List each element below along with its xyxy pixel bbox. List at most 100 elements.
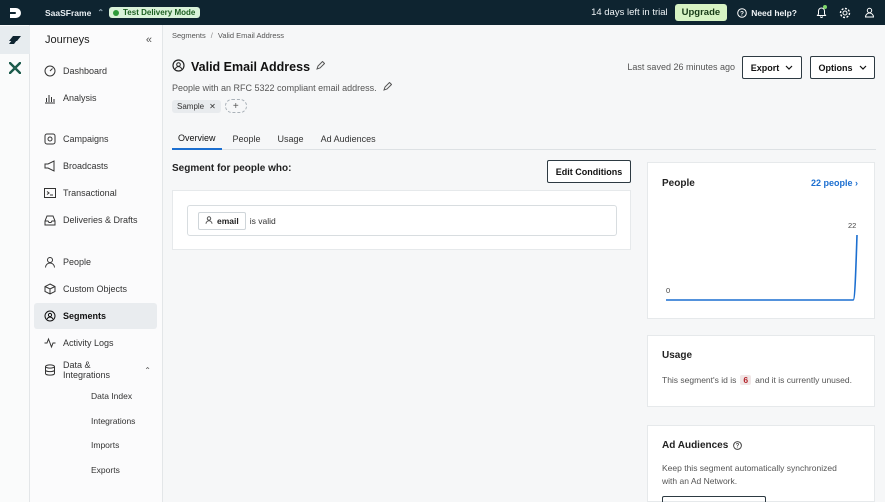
person-icon — [205, 215, 213, 226]
help-label: Need help? — [751, 7, 797, 18]
sidebar-item-activity-logs[interactable]: Activity Logs — [34, 330, 157, 356]
remove-tag-icon[interactable]: ✕ — [209, 102, 216, 111]
notifications-bell-icon[interactable] — [809, 0, 833, 25]
usage-panel: Usage This segment's id is 6 and it is c… — [647, 335, 875, 407]
last-saved-text: Last saved 26 minutes ago — [627, 62, 735, 72]
add-tag-button[interactable]: + — [224, 99, 247, 113]
chevron-down-icon — [785, 63, 793, 73]
test-mode-label: Test Delivery Mode — [123, 8, 196, 17]
sidebar-title: Journeys — [45, 34, 90, 46]
breadcrumb: Segments / Valid Email Address — [172, 31, 285, 40]
usage-text-after: and it is currently unused. — [755, 375, 852, 385]
sidebar-item-label: Campaigns — [63, 134, 109, 144]
chart-start-label: 0 — [666, 286, 670, 295]
sidebar-item-label: Transactional — [63, 188, 117, 198]
workspace-switcher[interactable]: SaaSFrame ⌃ — [45, 8, 104, 18]
workspace-name: SaaSFrame — [45, 7, 92, 18]
sidebar-item-label: Activity Logs — [63, 338, 114, 348]
sidebar-item-transactional[interactable]: Transactional — [34, 180, 157, 206]
breadcrumb-segments-link[interactable]: Segments — [172, 31, 206, 40]
sidebar-item-analysis[interactable]: Analysis — [34, 85, 157, 111]
sidebar-subitem-integrations[interactable]: Integrations — [91, 416, 135, 426]
attribute-pill: email — [198, 211, 246, 230]
export-label: Export — [750, 62, 780, 73]
edit-description-pencil-icon[interactable] — [382, 81, 392, 93]
sidebar-item-label: Analysis — [63, 93, 97, 103]
sidebar-item-label: Dashboard — [63, 66, 108, 76]
top-bar: SaaSFrame ⌃ Test Delivery Mode 14 days l… — [0, 0, 885, 25]
tab-people[interactable]: People — [227, 128, 267, 150]
usage-panel-title: Usage — [662, 350, 693, 361]
people-panel: People 22 people › 0 22 — [647, 162, 875, 319]
options-button[interactable]: Options — [810, 56, 875, 79]
upgrade-button[interactable]: Upgrade — [674, 4, 728, 21]
sidebar-subitem-exports[interactable]: Exports — [91, 465, 120, 475]
bar-chart-icon — [44, 92, 56, 104]
sidebar-item-deliveries[interactable]: Deliveries & Drafts — [34, 207, 157, 233]
ad-audiences-text-line1: Keep this segment automatically synchron… — [662, 463, 837, 473]
segment-id-badge: 6 — [740, 375, 752, 385]
segment-icon — [44, 310, 56, 322]
megaphone-icon — [44, 160, 56, 172]
chevron-updown-icon: ⌃ — [97, 8, 105, 17]
ad-audiences-panel: Ad Audiences ? Keep this segment automat… — [647, 425, 875, 502]
sidebar-subitem-imports[interactable]: Imports — [91, 440, 119, 450]
sidebar-item-broadcasts[interactable]: Broadcasts — [34, 153, 157, 179]
segment-description: People with an RFC 5322 compliant email … — [172, 82, 377, 93]
app-rail — [0, 25, 30, 502]
people-line-chart: 0 22 — [666, 221, 858, 301]
tab-ad-audiences[interactable]: Ad Audiences — [315, 128, 382, 150]
collapse-sidebar-icon[interactable]: « — [146, 34, 152, 46]
trial-text: 14 days left in trial — [591, 7, 668, 18]
test-mode-badge[interactable]: Test Delivery Mode — [109, 7, 201, 18]
usage-text-before: This segment's id is — [662, 375, 737, 385]
sidebar-item-label: Segments — [63, 311, 107, 321]
attribute-name: email — [217, 215, 239, 226]
export-button[interactable]: Export — [742, 56, 802, 79]
sidebar-item-custom-objects[interactable]: Custom Objects — [34, 276, 157, 302]
sidebar-subitem-data-index[interactable]: Data Index — [91, 391, 132, 401]
help-icon: ? — [737, 7, 747, 18]
sidebar-item-label: Data & Integrations — [63, 360, 111, 380]
chevron-up-icon: ⌃ — [144, 365, 151, 375]
sidebar-item-segments[interactable]: Segments — [34, 303, 157, 329]
cube-icon — [44, 283, 56, 295]
sidebar-item-label: Deliveries & Drafts — [63, 215, 138, 225]
segment-type-icon — [172, 59, 185, 74]
ad-network-button[interactable] — [662, 496, 766, 502]
journeys-rail-icon[interactable] — [0, 26, 30, 54]
help-button[interactable]: ? Need help? — [737, 8, 797, 18]
tab-bar: Overview People Usage Ad Audiences — [172, 128, 876, 150]
edit-conditions-button[interactable]: Edit Conditions — [547, 160, 631, 183]
ad-audiences-text-line2: with an Ad Network. — [662, 476, 738, 486]
account-user-icon[interactable] — [857, 0, 881, 25]
ad-audiences-title: Ad Audiences — [662, 440, 729, 451]
sidebar-item-label: Broadcasts — [63, 161, 109, 171]
sidebar-item-data-integrations[interactable]: Data & Integrations ⌃ — [34, 357, 157, 383]
edit-title-pencil-icon[interactable] — [316, 60, 326, 72]
database-icon — [44, 364, 56, 376]
sidebar-item-dashboard[interactable]: Dashboard — [34, 58, 157, 84]
logo-icon[interactable] — [0, 0, 29, 25]
tab-usage[interactable]: Usage — [272, 128, 310, 150]
sidebar-item-people[interactable]: People — [34, 249, 157, 275]
chevron-down-icon — [859, 63, 867, 73]
sidebar-item-label: People — [63, 257, 92, 267]
svg-text:?: ? — [740, 10, 744, 17]
sidebar-item-label: Custom Objects — [63, 284, 128, 294]
sidebar: Journeys « Dashboard Analysis Campaigns … — [30, 25, 163, 502]
status-dot-icon — [113, 9, 120, 16]
speedometer-icon — [44, 65, 56, 77]
condition-row[interactable]: email is valid — [187, 205, 617, 236]
x-cross-rail-icon[interactable] — [0, 54, 30, 82]
sidebar-item-campaigns[interactable]: Campaigns — [34, 126, 157, 152]
options-label: Options — [818, 62, 853, 73]
breadcrumb-current: Valid Email Address — [217, 31, 285, 40]
people-series-line — [666, 234, 858, 301]
tag-label: Sample — [177, 101, 205, 111]
chart-end-label: 22 — [848, 221, 856, 230]
tab-overview[interactable]: Overview — [172, 128, 222, 150]
settings-gear-icon[interactable] — [833, 0, 857, 25]
help-circle-icon[interactable]: ? — [733, 441, 743, 450]
main-content: Segments / Valid Email Address Valid Email… — [163, 25, 885, 502]
